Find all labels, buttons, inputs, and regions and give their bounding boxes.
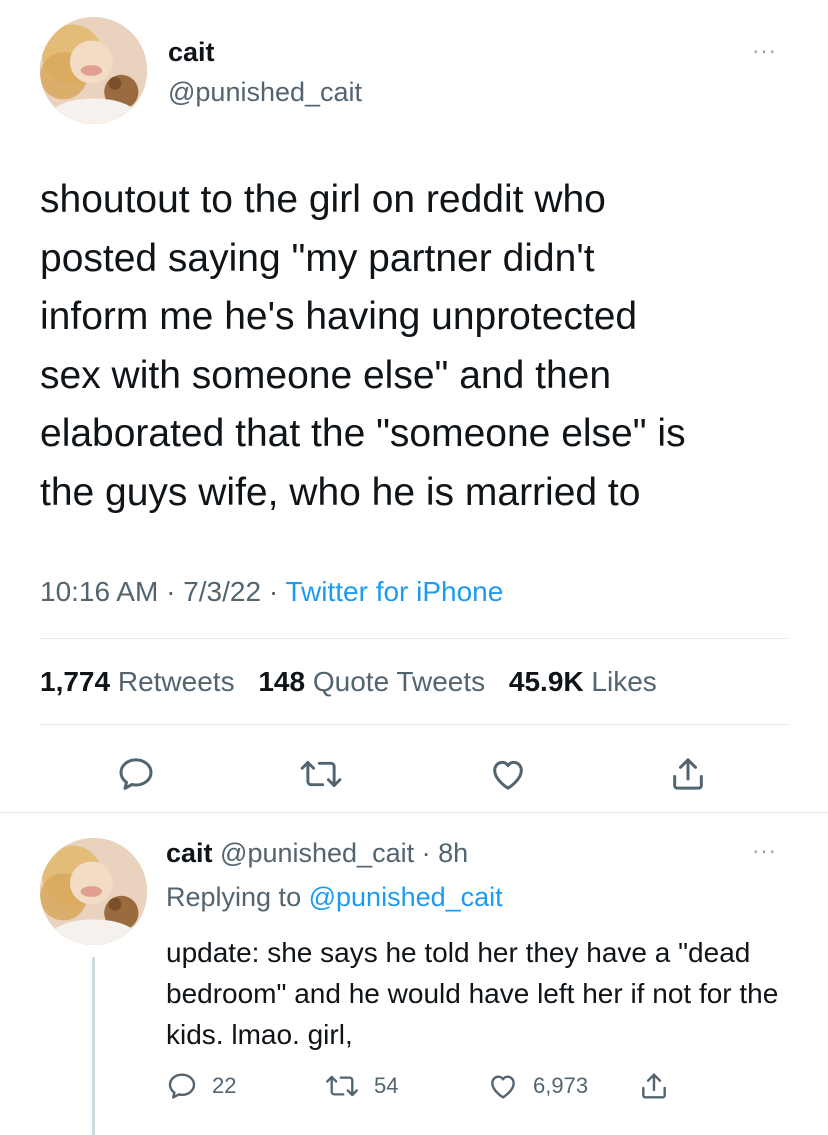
reply-text: update: she says he told her they have a… xyxy=(166,937,779,1050)
avatar-portrait xyxy=(40,838,147,945)
speech-bubble-icon xyxy=(168,1073,196,1099)
reply-author-name[interactable]: cait xyxy=(166,838,213,868)
likes-stat[interactable]: 45.9K Likes xyxy=(509,666,657,697)
more-dots-icon[interactable]: ··· xyxy=(752,38,777,64)
replying-to: Replying to @punished_cait xyxy=(166,882,503,913)
likes-label: Likes xyxy=(591,666,657,697)
reply-retweet-button[interactable]: 54 xyxy=(324,1070,398,1102)
retweets-label: Retweets xyxy=(117,666,235,697)
tweet-text: shoutout to the girl on reddit who poste… xyxy=(40,178,686,514)
avatar[interactable] xyxy=(40,17,147,124)
heart-icon xyxy=(491,1075,515,1099)
author-name[interactable]: cait xyxy=(168,37,215,68)
tweet-date[interactable]: 7/3/22 xyxy=(183,576,261,607)
avatar[interactable] xyxy=(40,838,147,945)
quotes-label: Quote Tweets xyxy=(312,666,486,697)
replying-handle[interactable]: @punished_cait xyxy=(309,882,503,912)
more-dots-icon[interactable]: ··· xyxy=(752,838,777,864)
divider xyxy=(40,724,788,725)
tweet-meta: 10:16 AM · 7/3/22 · Twitter for iPhone xyxy=(40,576,503,608)
likes-count: 45.9K xyxy=(508,666,584,697)
reply-button[interactable] xyxy=(112,752,160,796)
tweet-source[interactable]: Twitter for iPhone xyxy=(285,576,503,607)
meta-separator: · xyxy=(421,838,431,868)
meta-separator: · xyxy=(268,576,279,607)
like-button[interactable] xyxy=(484,752,532,796)
reply-age[interactable]: 8h xyxy=(438,838,468,868)
quotes-count: 148 xyxy=(258,666,306,697)
tweet-time[interactable]: 10:16 AM xyxy=(40,576,158,607)
avatar-portrait xyxy=(40,17,147,124)
reply-like-button[interactable]: 6,973 xyxy=(487,1070,588,1102)
thread-line xyxy=(92,957,95,1135)
replying-prefix: Replying to xyxy=(166,882,302,912)
retweets-stat[interactable]: 1,774 Retweets xyxy=(40,666,235,697)
meta-separator: · xyxy=(166,576,176,607)
retweet-arrows-icon xyxy=(326,1075,358,1097)
reply-header: cait @punished_cait · 8h xyxy=(166,838,468,869)
reply-count: 22 xyxy=(212,1073,237,1098)
quotes-stat[interactable]: 148 Quote Tweets xyxy=(258,666,485,697)
like-count: 6,973 xyxy=(533,1073,589,1098)
section-divider xyxy=(0,812,828,813)
reply-author-handle[interactable]: @punished_cait xyxy=(220,838,414,868)
heart-icon xyxy=(493,760,523,790)
retweet-count: 54 xyxy=(374,1073,399,1098)
share-upload-icon xyxy=(673,758,703,790)
tweet-stats: 1,774 Retweets 148 Quote Tweets 45.9K Li… xyxy=(40,666,673,698)
author-handle[interactable]: @punished_cait xyxy=(168,77,362,108)
reply-share-button[interactable] xyxy=(638,1070,684,1102)
reply-reply-button[interactable]: 22 xyxy=(166,1070,236,1102)
retweets-count: 1,774 xyxy=(40,666,111,697)
share-button[interactable] xyxy=(664,752,712,796)
speech-bubble-icon xyxy=(119,758,153,790)
divider xyxy=(40,638,788,639)
retweet-arrows-icon xyxy=(300,761,342,787)
share-upload-icon xyxy=(642,1073,666,1099)
retweet-button[interactable] xyxy=(294,752,348,796)
